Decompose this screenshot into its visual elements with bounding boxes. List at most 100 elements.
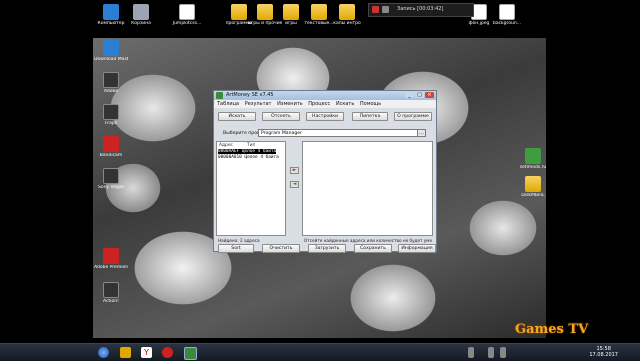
app-glyph — [103, 282, 119, 298]
save-button[interactable]: Сохранить — [354, 244, 392, 253]
recorder-title: Запись [00:03:42] — [397, 6, 444, 12]
icon-label: капы интро — [333, 21, 361, 26]
tray-icon[interactable] — [488, 347, 494, 358]
column-type: Тип — [247, 143, 256, 148]
download-master-icon[interactable]: Download Master — [94, 40, 128, 62]
icon-label: Корзина — [131, 21, 151, 26]
icon-label: Download Master — [94, 57, 128, 62]
close-button[interactable]: × — [425, 92, 434, 98]
clock[interactable]: 15:58 17.08.2017 — [589, 346, 618, 358]
taskbar: Y 15:58 17.08.2017 — [0, 343, 640, 361]
menu-edit[interactable]: Изменить — [277, 101, 303, 107]
row-type: Целое 4 байта — [241, 149, 277, 154]
file-icon[interactable]: Jumpkitcss... — [170, 4, 204, 26]
start-icon[interactable] — [98, 347, 109, 358]
table-row[interactable]: 0000AAEF Целое 4 байта — [218, 149, 277, 154]
app-glyph — [103, 136, 119, 152]
minimize-button[interactable]: _ — [405, 92, 414, 98]
icon-label: Fraps — [104, 121, 118, 126]
computer-icon[interactable]: Компьютер — [94, 4, 128, 26]
record-icon[interactable] — [372, 6, 379, 13]
icon-label: Bandicam — [99, 153, 123, 158]
recorder-bar[interactable]: Запись [00:03:42] — [368, 3, 474, 17]
icon-label: setlmods.ru — [519, 165, 547, 170]
sort-button[interactable]: Sort — [218, 244, 254, 253]
artmoney-taskbar-icon[interactable] — [184, 347, 197, 360]
found-count: Найдено: 2 адреса — [218, 238, 260, 243]
folder-glyph — [231, 4, 247, 20]
bandicam-icon[interactable]: Bandicam — [94, 136, 128, 158]
sony-vegas-icon[interactable]: Sony Vegas — [94, 168, 128, 190]
process-dropdown-button[interactable]: … — [417, 129, 426, 137]
icon-label: Sony Vegas — [97, 185, 124, 190]
bottom-toolbar: Sort Очистить Загрузить Сохранить Информ… — [216, 244, 436, 253]
app-glyph — [103, 72, 119, 88]
move-left-arrow-icon[interactable]: ◄ — [290, 181, 299, 188]
process-select[interactable]: Program Manager — [258, 129, 426, 137]
folder-glyph — [525, 176, 541, 192]
app-glyph — [103, 40, 119, 56]
doc-glyph — [499, 4, 515, 20]
computer-glyph — [103, 4, 119, 20]
screen: Компьютер Корзина Jumpkitcss... программ… — [0, 0, 640, 361]
pause-icon[interactable] — [382, 6, 389, 13]
filter-button[interactable]: Отсеять — [262, 112, 300, 121]
pipette-button[interactable]: Пипетка — [352, 112, 388, 121]
doc-glyph — [179, 4, 195, 20]
window-title: ArtMoney SE v7.45 — [226, 92, 274, 98]
table-row[interactable]: 00000A810 Целое 4 байта — [218, 155, 279, 160]
recycle-glyph — [133, 4, 149, 20]
recycle-bin-icon[interactable]: Корзина — [124, 4, 158, 26]
settings-button[interactable]: Настройки — [306, 112, 344, 121]
table-pane[interactable] — [302, 141, 433, 236]
artmoney-window[interactable]: ArtMoney SE v7.45 _ □ × Таблица Результа… — [213, 90, 437, 253]
folder-intro-icon[interactable]: капы интро — [330, 4, 364, 26]
app-glyph — [103, 248, 119, 264]
tray-icon[interactable] — [500, 347, 506, 358]
menu-result[interactable]: Результат — [245, 101, 272, 107]
maximize-button[interactable]: □ — [415, 92, 424, 98]
row-type: Целое 4 байта — [244, 155, 279, 160]
background-file-icon[interactable]: backgroun... — [490, 4, 524, 26]
title-bar[interactable]: ArtMoney SE v7.45 _ □ × — [214, 91, 436, 100]
menu-help[interactable]: Помощь — [360, 101, 381, 107]
fraps-icon[interactable]: Fraps — [94, 104, 128, 126]
tray-icon[interactable] — [468, 347, 474, 358]
recorder-icon[interactable] — [162, 347, 173, 358]
status-hint: Отсейте найденные адреса или количество … — [304, 238, 432, 243]
folder-glyph — [283, 4, 299, 20]
about-button[interactable]: О программе — [394, 112, 432, 121]
folder-glyph — [339, 4, 355, 20]
column-address: Адрес — [219, 143, 233, 148]
toolbar: Искать Отсеять Настройки Пипетка О прогр… — [218, 112, 434, 122]
app-glyph — [103, 168, 119, 184]
move-right-arrow-icon[interactable]: ► — [290, 167, 299, 174]
icon-label: Jumpkitcss... — [172, 21, 202, 26]
menu-bar: Таблица Результат Изменить Процесс Искат… — [214, 100, 436, 108]
icon-label: Adobe — [103, 89, 119, 94]
icon-label: backgroun... — [492, 21, 522, 26]
folder-glyph — [311, 4, 327, 20]
app-icon — [216, 92, 223, 99]
app-glyph — [525, 148, 541, 164]
yandex-browser-icon[interactable]: Y — [141, 347, 152, 358]
menu-table[interactable]: Таблица — [217, 101, 239, 107]
adobe-icon[interactable]: Adobe — [94, 72, 128, 94]
clear-button[interactable]: Очистить — [262, 244, 300, 253]
adobe-premiere-icon[interactable]: Adobe Premiere — [94, 248, 128, 270]
search-button[interactable]: Искать — [218, 112, 256, 121]
setlmods-icon[interactable]: setlmods.ru — [516, 148, 550, 170]
explorer-icon[interactable] — [120, 347, 131, 358]
clock-date: 17.08.2017 — [589, 352, 618, 358]
menu-process[interactable]: Процесс — [308, 101, 330, 107]
info-button[interactable]: Информация — [398, 244, 436, 253]
diskmbinl-icon[interactable]: DiskMBinL — [516, 176, 550, 198]
found-addresses-list[interactable]: Адрес Тип 0000AAEF Целое 4 байта 00000A8… — [216, 141, 286, 236]
action-icon[interactable]: Action! — [94, 282, 128, 304]
app-glyph — [103, 104, 119, 120]
menu-search[interactable]: Искать — [336, 101, 354, 107]
icon-label: Action! — [103, 299, 119, 304]
watermark: Games TV — [515, 322, 589, 337]
icon-label: DiskMBinL — [521, 193, 545, 198]
load-button[interactable]: Загрузить — [308, 244, 346, 253]
